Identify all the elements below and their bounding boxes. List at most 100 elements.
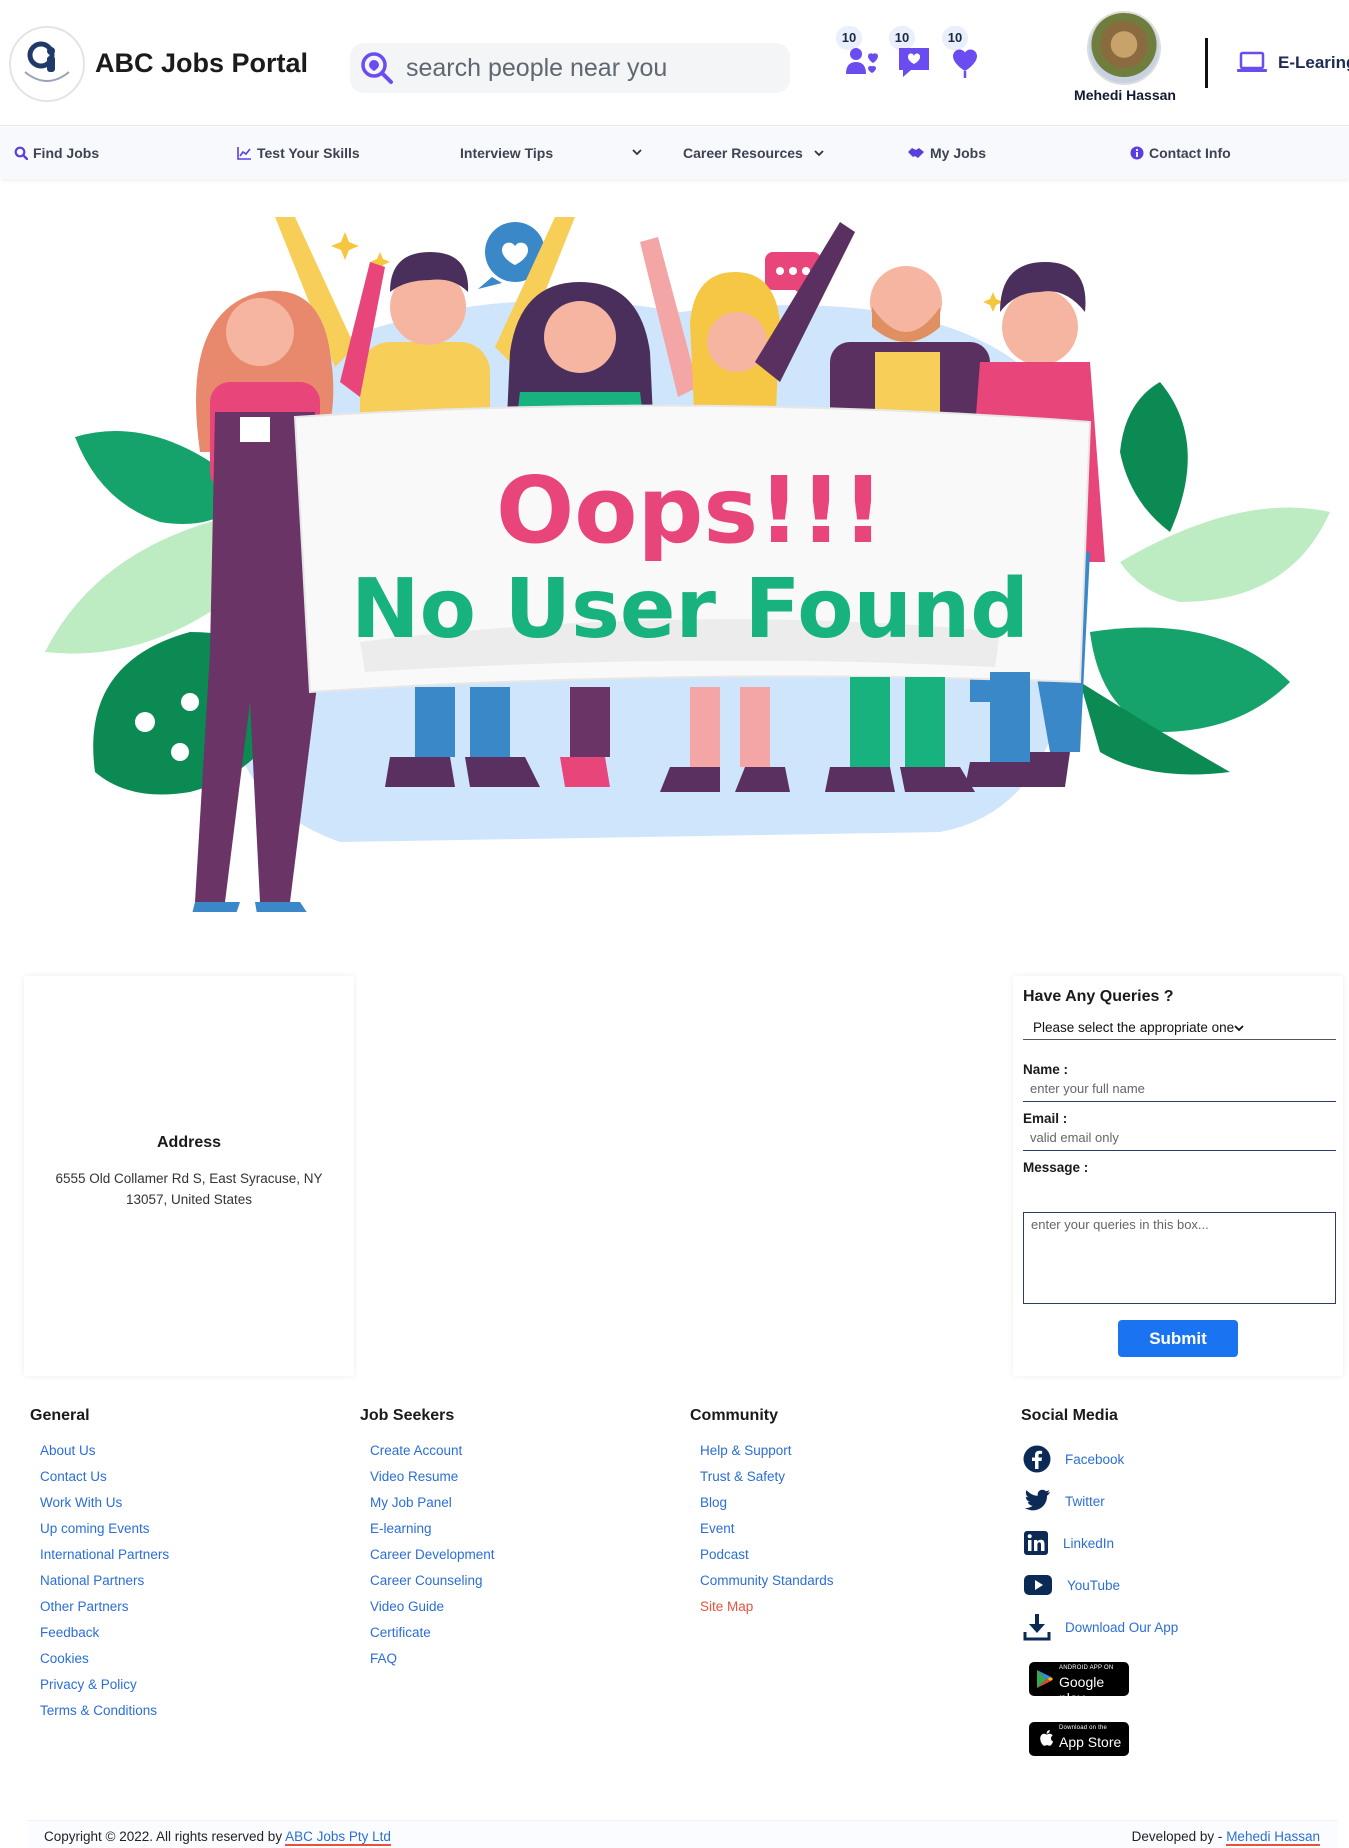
app-store-small-text: Download on the	[1059, 1725, 1108, 1731]
info-icon	[1130, 146, 1144, 160]
hero-title-no-user-found: No User Found	[351, 562, 1029, 657]
footer-link[interactable]: FAQ	[370, 1646, 660, 1672]
footer-link[interactable]: Contact Us	[40, 1464, 330, 1490]
address-card: Address 6555 Old Collamer Rd S, East Syr…	[24, 976, 354, 1376]
site-logo[interactable]	[9, 26, 85, 102]
footer-general: General About Us Contact Us Work With Us…	[30, 1407, 330, 1724]
user-name[interactable]: Mehedi Hassan	[1060, 87, 1190, 103]
name-label: Name :	[1023, 1062, 1069, 1077]
footer-link[interactable]: Blog	[700, 1490, 990, 1516]
facebook-icon	[1023, 1445, 1051, 1473]
user-avatar[interactable]	[1087, 11, 1161, 85]
handshake-icon	[908, 148, 924, 158]
download-app-label: Download Our App	[1065, 1619, 1179, 1635]
download-icon	[1023, 1614, 1051, 1641]
footer-link[interactable]: Work With Us	[40, 1490, 330, 1516]
email-label: Email :	[1023, 1111, 1068, 1126]
twitter-label: Twitter	[1065, 1493, 1105, 1509]
google-play-badge-wrap: ANDROID APP ON Google play	[1021, 1662, 1321, 1706]
query-type-select[interactable]: Please select the appropriate one	[1023, 1016, 1336, 1040]
youtube-icon	[1024, 1575, 1052, 1595]
footer-link[interactable]: International Partners	[40, 1542, 330, 1568]
footer-link[interactable]: Video Guide	[370, 1594, 660, 1620]
footer-link[interactable]: Community Standards	[700, 1568, 990, 1594]
brand-name[interactable]: ABC Jobs Portal	[95, 48, 308, 79]
address-text: 6555 Old Collamer Rd S, East Syracuse, N…	[55, 1171, 323, 1207]
nav-test-your-skills[interactable]: Test Your Skills	[237, 145, 360, 161]
developer-credit: Developed by - Mehedi Hassan	[1132, 1829, 1320, 1846]
copyright-bar: Copyright © 2022. All rights reserved by…	[28, 1820, 1338, 1848]
header-divider	[1205, 38, 1208, 88]
footer-link[interactable]: About Us	[40, 1438, 330, 1464]
footer-link[interactable]: Terms & Conditions	[40, 1698, 330, 1724]
queries-form: Have Any Queries ? Please select the app…	[1013, 976, 1343, 1376]
twitter-icon	[1024, 1489, 1050, 1511]
footer-social-title: Social Media	[1021, 1407, 1118, 1424]
footer-job-seekers-title: Job Seekers	[360, 1407, 455, 1424]
footer-link[interactable]: Help & Support	[700, 1438, 990, 1464]
footer-link-site-map[interactable]: Site Map	[700, 1594, 990, 1620]
nav-contact-info[interactable]: Contact Info	[1130, 145, 1231, 161]
nav-find-jobs[interactable]: Find Jobs	[14, 145, 99, 161]
developer-link[interactable]: Mehedi Hassan	[1226, 1829, 1320, 1846]
laptop-icon	[1237, 51, 1267, 72]
footer-link[interactable]: Create Account	[370, 1438, 660, 1464]
footer-link[interactable]: Event	[700, 1516, 990, 1542]
right-leaves	[1080, 382, 1330, 775]
elearning-link[interactable]: E-Learing	[1236, 50, 1349, 80]
company-link[interactable]: ABC Jobs Pty Ltd	[285, 1829, 391, 1846]
friend-requests-notification[interactable]: 10	[836, 26, 884, 80]
apple-icon	[1040, 1730, 1054, 1746]
people-search	[350, 43, 790, 93]
hero-title-oops: Oops!!!	[496, 457, 884, 564]
footer-link[interactable]: Podcast	[700, 1542, 990, 1568]
footer-link[interactable]: Career Counseling	[370, 1568, 660, 1594]
nav-label: Contact Info	[1149, 145, 1231, 161]
search-icon	[14, 146, 28, 160]
name-field[interactable]	[1023, 1076, 1336, 1102]
youtube-label: YouTube	[1067, 1577, 1121, 1593]
footer-link[interactable]: National Partners	[40, 1568, 330, 1594]
download-app-link[interactable]: Download Our App	[1021, 1606, 1321, 1648]
footer-link[interactable]: Trust & Safety	[700, 1464, 990, 1490]
app-store-badge-wrap: Download on the App Store	[1021, 1722, 1321, 1756]
google-play-badge[interactable]: ANDROID APP ON Google play	[1029, 1662, 1129, 1706]
footer-link[interactable]: Certificate	[370, 1620, 660, 1646]
message-label: Message :	[1023, 1160, 1089, 1175]
facebook-link[interactable]: Facebook	[1021, 1438, 1321, 1480]
address-title: Address	[156, 1134, 222, 1151]
no-user-found-illustration: Oops!!! No User Found	[45, 217, 1330, 912]
footer-general-title: General	[30, 1407, 90, 1424]
footer-link[interactable]: Video Resume	[370, 1464, 660, 1490]
footer-link[interactable]: E-learning	[370, 1516, 660, 1542]
legs-under-banner	[385, 672, 1035, 792]
footer-link[interactable]: Other Partners	[40, 1594, 330, 1620]
messages-notification[interactable]: 10	[889, 26, 937, 80]
likes-notification[interactable]: 10	[942, 26, 990, 80]
footer-job-seekers: Job Seekers Create Account Video Resume …	[360, 1407, 660, 1672]
search-icon[interactable]	[358, 49, 396, 87]
email-field[interactable]	[1023, 1125, 1336, 1151]
footer-link[interactable]: Up coming Events	[40, 1516, 330, 1542]
nav-my-jobs[interactable]: My Jobs	[907, 145, 986, 161]
chevron-down-icon	[1234, 1024, 1244, 1031]
footer-link[interactable]: Career Development	[370, 1542, 660, 1568]
query-type-selected: Please select the appropriate one	[1033, 1020, 1235, 1035]
footer-link[interactable]: Cookies	[40, 1646, 330, 1672]
twitter-link[interactable]: Twitter	[1021, 1480, 1321, 1522]
linkedin-link[interactable]: LinkedIn	[1021, 1522, 1321, 1564]
footer-community-title: Community	[690, 1407, 778, 1424]
footer-link[interactable]: My Job Panel	[370, 1490, 660, 1516]
search-input[interactable]	[406, 43, 776, 93]
nav-interview-tips-dropdown[interactable]: Interview Tips	[460, 145, 642, 161]
app-store-badge[interactable]: Download on the App Store	[1029, 1722, 1129, 1756]
youtube-link[interactable]: YouTube	[1021, 1564, 1321, 1606]
message-textarea[interactable]	[1023, 1212, 1336, 1304]
queries-form-title: Have Any Queries ?	[1023, 988, 1174, 1005]
submit-button[interactable]: Submit	[1118, 1320, 1238, 1357]
nav-career-resources-dropdown[interactable]: Career Resources	[683, 145, 824, 161]
friend-requests-icon	[846, 48, 878, 74]
footer-link[interactable]: Privacy & Policy	[40, 1672, 330, 1698]
footer-link[interactable]: Feedback	[40, 1620, 330, 1646]
google-play-big-text: Google play	[1059, 1674, 1105, 1706]
